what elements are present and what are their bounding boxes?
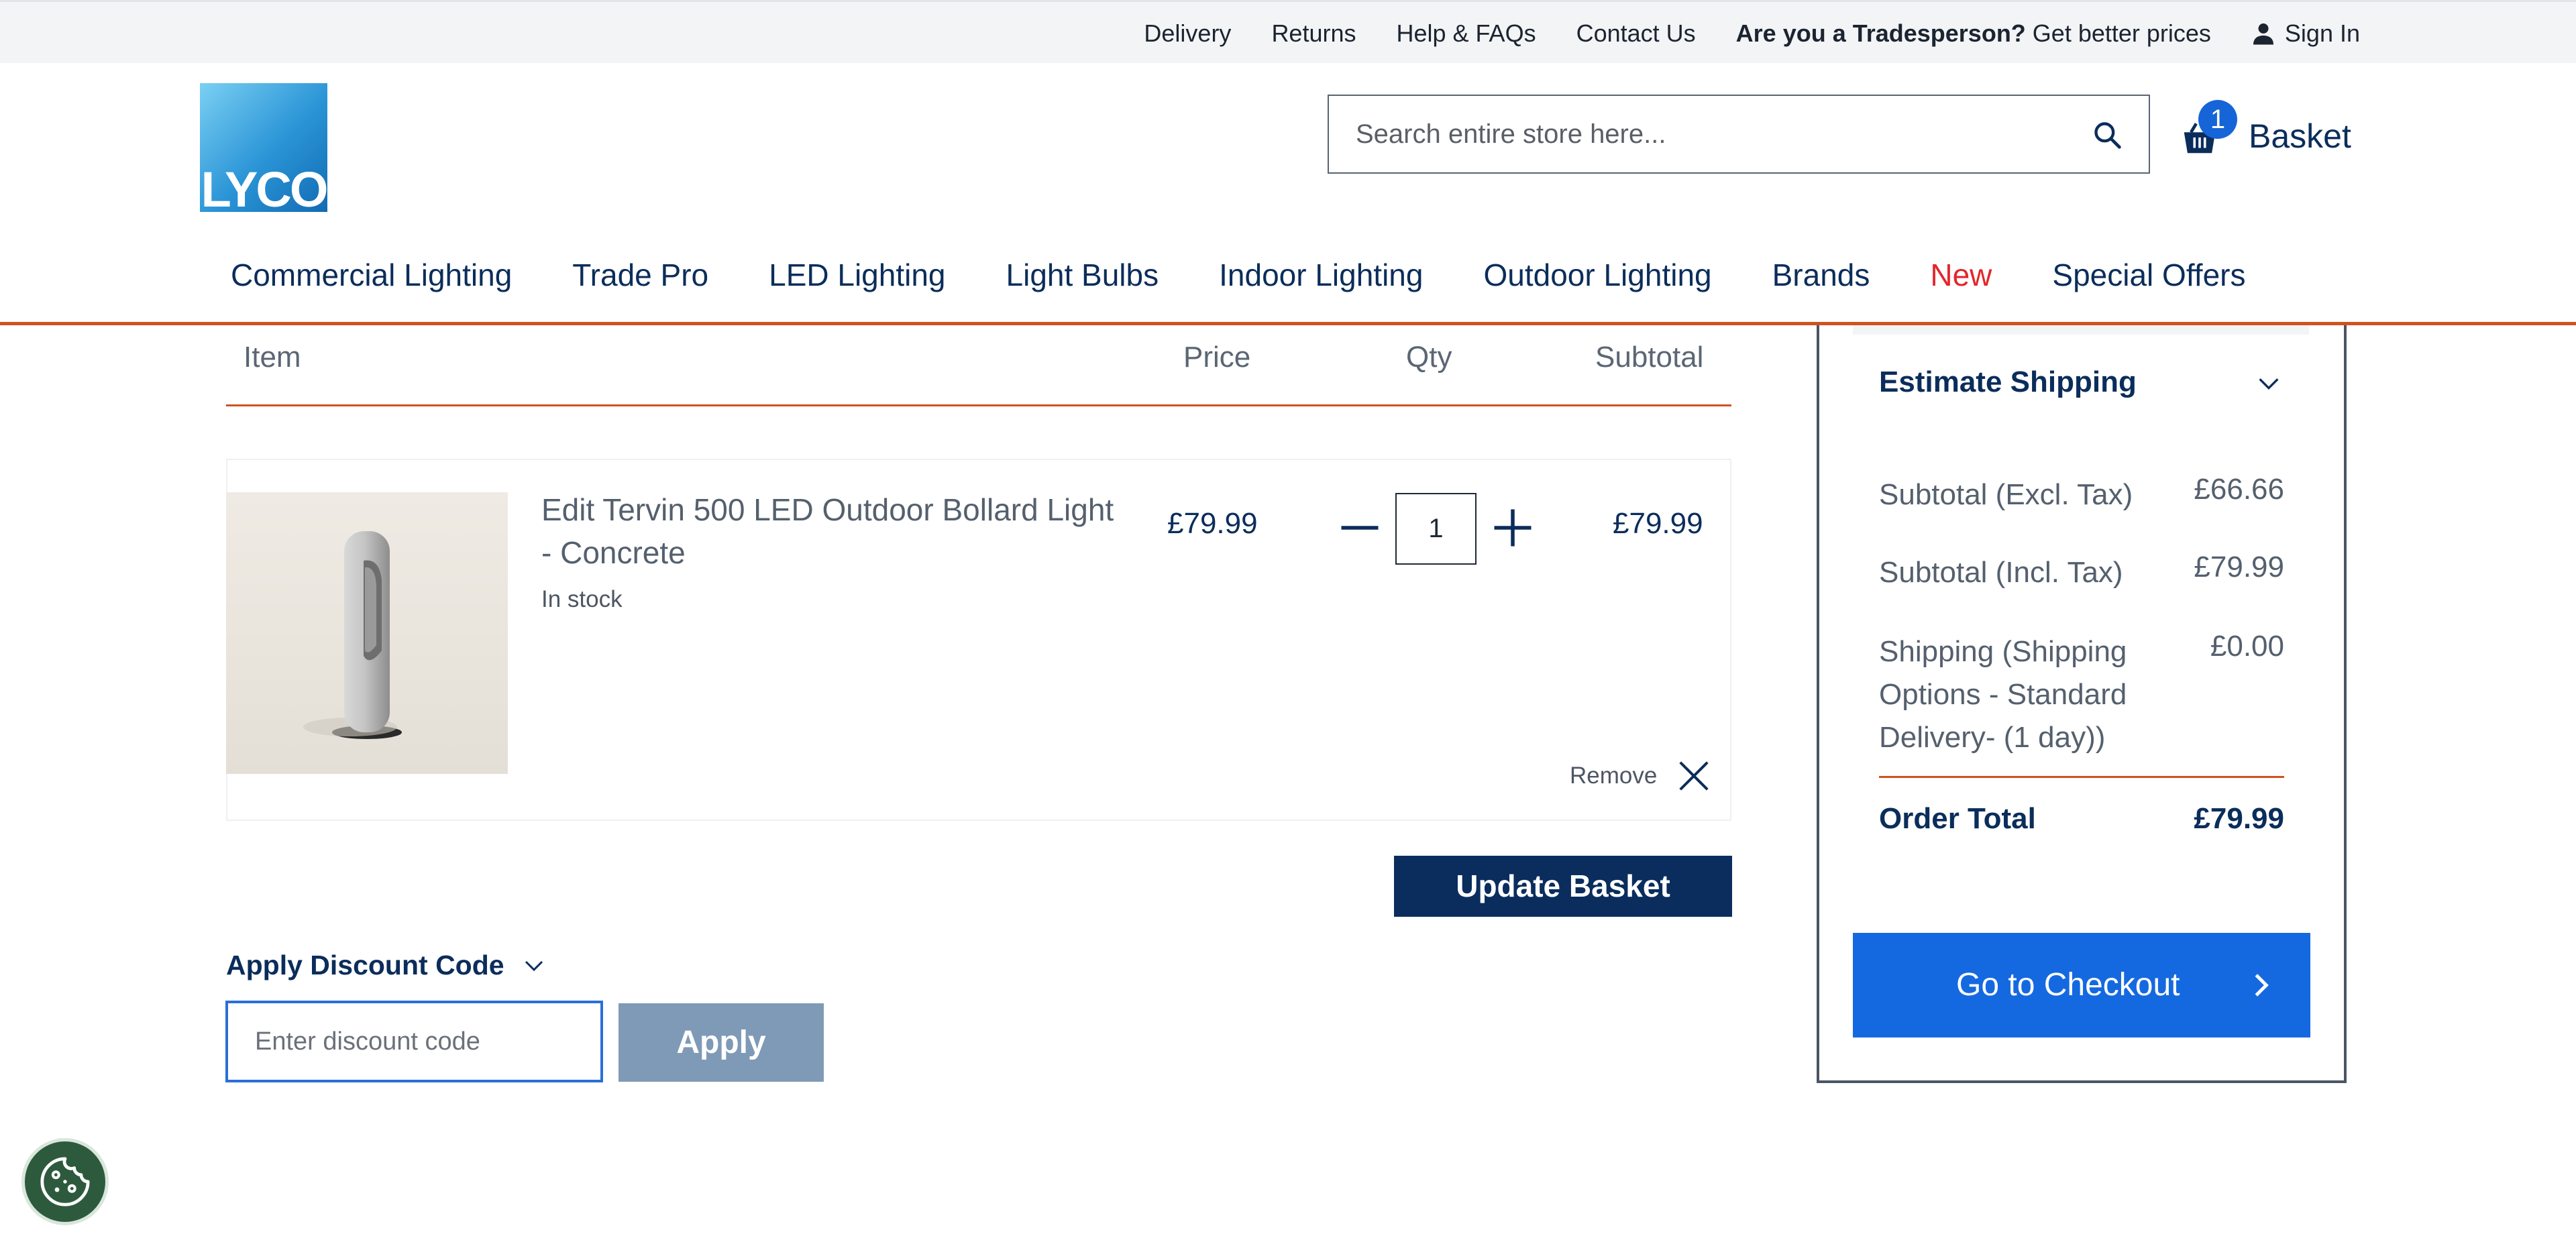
nav-commercial-lighting[interactable]: Commercial Lighting: [231, 257, 512, 293]
table-header-divider: [226, 404, 1731, 406]
remove-label: Remove: [1570, 763, 1658, 789]
estimate-shipping-toggle[interactable]: Estimate Shipping: [1879, 366, 2137, 399]
bollard-light-image: [226, 492, 508, 774]
cookie-icon: [40, 1157, 90, 1206]
returns-link[interactable]: Returns: [1271, 19, 1356, 48]
remove-item-button[interactable]: Remove: [1570, 758, 1712, 794]
order-total-value: £79.99: [2194, 802, 2284, 835]
discount-toggle[interactable]: Apply Discount Code: [226, 950, 546, 981]
nav-brands[interactable]: Brands: [1772, 257, 1870, 293]
help-faqs-link[interactable]: Help & FAQs: [1397, 19, 1536, 48]
quantity-input[interactable]: [1395, 493, 1477, 565]
discount-title-label: Apply Discount Code: [226, 950, 504, 980]
nav-light-bulbs[interactable]: Light Bulbs: [1006, 257, 1159, 293]
summary-top-edge: [1853, 325, 2309, 335]
tradesperson-rest-text: Get better prices: [2025, 19, 2211, 47]
header-price: Price: [1183, 341, 1251, 374]
subtotal-incl-value: £79.99: [2194, 551, 2284, 583]
header-item: Item: [244, 341, 301, 374]
search-bar: [1328, 95, 2150, 174]
nav-led-lighting[interactable]: LED Lighting: [769, 257, 945, 293]
product-image[interactable]: [226, 492, 508, 774]
main-nav: Commercial Lighting Trade Pro LED Lighti…: [200, 248, 2275, 302]
summary-divider: [1879, 776, 2284, 778]
tradesperson-link[interactable]: Are you a Tradesperson? Get better price…: [1736, 19, 2211, 48]
shipping-label: Shipping (Shipping Options - Standard De…: [1879, 635, 2127, 754]
item-price: £79.99: [1167, 507, 1258, 540]
lyco-logo[interactable]: LYCO: [200, 83, 329, 217]
basket-count-badge: 1: [2198, 100, 2237, 139]
subtotal-incl-label: Subtotal (Incl. Tax): [1879, 556, 2123, 589]
subtotal-excl-value: £66.66: [2194, 473, 2284, 506]
go-to-checkout-button[interactable]: Go to Checkout: [1853, 933, 2310, 1037]
cookie-settings-button[interactable]: [21, 1138, 109, 1225]
top-utility-bar: Delivery Returns Help & FAQs Contact Us …: [0, 0, 2576, 63]
checkout-label: Go to Checkout: [1956, 967, 2180, 1003]
chevron-down-icon: [525, 960, 543, 971]
nav-special-offers[interactable]: Special Offers: [2052, 257, 2245, 293]
shipping-value: £0.00: [2210, 630, 2284, 663]
update-basket-button[interactable]: Update Basket: [1394, 856, 1732, 917]
user-icon: [2253, 23, 2273, 45]
sign-in-label: Sign In: [2284, 19, 2360, 47]
order-total-label: Order Total: [1879, 802, 2036, 835]
search-input[interactable]: [1329, 96, 2067, 172]
sign-in-link[interactable]: Sign In: [2251, 19, 2360, 48]
contact-us-link[interactable]: Contact Us: [1576, 19, 1696, 48]
top-links: Delivery Returns Help & FAQs Contact Us …: [1104, 2, 2360, 65]
nav-new[interactable]: New: [1930, 257, 1992, 293]
increase-qty-icon[interactable]: [1491, 506, 1535, 550]
discount-code-input[interactable]: [225, 1001, 603, 1082]
product-name-link[interactable]: Edit Tervin 500 LED Outdoor Bollard Ligh…: [541, 488, 1132, 574]
decrease-qty-icon[interactable]: [1338, 506, 1382, 550]
nav-indoor-lighting[interactable]: Indoor Lighting: [1219, 257, 1423, 293]
search-icon[interactable]: [2092, 120, 2122, 150]
delivery-link[interactable]: Delivery: [1144, 19, 1231, 48]
nav-outdoor-lighting[interactable]: Outdoor Lighting: [1483, 257, 1711, 293]
header-subtotal: Subtotal: [1595, 341, 1704, 374]
chevron-down-icon[interactable]: [2255, 370, 2282, 397]
item-subtotal: £79.99: [1613, 507, 1703, 540]
header-qty: Qty: [1406, 341, 1452, 374]
close-icon: [1679, 761, 1709, 791]
nav-trade-pro[interactable]: Trade Pro: [572, 257, 708, 293]
logo-text: LYCO: [201, 162, 329, 217]
stock-status: In stock: [541, 586, 623, 612]
basket-label[interactable]: Basket: [2249, 117, 2351, 156]
subtotal-excl-label: Subtotal (Excl. Tax): [1879, 478, 2133, 511]
tradesperson-bold-text: Are you a Tradesperson?: [1735, 19, 2026, 47]
chevron-right-icon: [2255, 974, 2269, 997]
apply-discount-button[interactable]: Apply: [619, 1003, 824, 1082]
